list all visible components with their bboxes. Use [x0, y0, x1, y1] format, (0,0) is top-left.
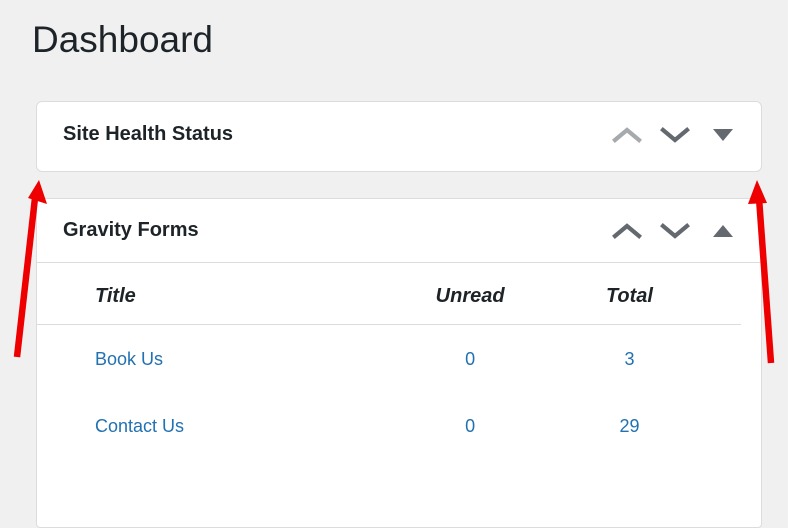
page-title: Dashboard	[32, 19, 214, 60]
table-body: Book Us 0 3 Contact Us 0 29	[37, 325, 741, 460]
move-up-button-gravity-forms[interactable]	[603, 211, 651, 251]
table-cell-title: Contact Us	[37, 392, 386, 459]
triangle-down-icon	[712, 127, 734, 143]
panel-actions-gravity-forms	[603, 199, 747, 262]
move-up-button-site-health-status[interactable]	[603, 115, 651, 155]
panel-site-health-status[interactable]: Site Health Status	[36, 101, 762, 172]
table-cell-unread: 0	[386, 392, 554, 459]
chevron-down-icon	[660, 220, 690, 242]
toggle-panel-button-gravity-forms[interactable]	[699, 211, 747, 251]
table-cell-title: Book Us	[37, 325, 386, 393]
table-row[interactable]: Contact Us 0 29	[37, 392, 741, 459]
panel-title-gravity-forms: Gravity Forms	[63, 219, 199, 241]
panel-title-site-health-status: Site Health Status	[63, 123, 234, 145]
move-down-button-site-health-status[interactable]	[651, 115, 699, 155]
column-header-total[interactable]: Total	[553, 263, 741, 325]
panel-header-gravity-forms[interactable]: Gravity Forms	[37, 199, 761, 263]
gravity-forms-table: Title Unread Total Book Us 0 3 Contact U…	[37, 263, 741, 459]
table-cell-unread: 0	[386, 325, 554, 393]
form-link-contact-us[interactable]: Contact Us	[95, 416, 184, 436]
gravity-forms-table-wrapper: Title Unread Total Book Us 0 3 Contact U…	[37, 263, 761, 459]
move-down-button-gravity-forms[interactable]	[651, 211, 699, 251]
form-link-book-us[interactable]: Book Us	[95, 349, 163, 369]
panel-header-site-health-status[interactable]: Site Health Status	[37, 102, 761, 167]
panel-gravity-forms[interactable]: Gravity Forms Title Unread Total Book Us…	[36, 198, 762, 528]
column-header-title[interactable]: Title	[37, 263, 387, 325]
total-count-contact-us[interactable]: 29	[619, 416, 639, 436]
chevron-up-icon	[612, 124, 642, 146]
panel-actions-site-health-status	[603, 102, 747, 167]
table-row[interactable]: Book Us 0 3	[37, 325, 741, 393]
unread-count-contact-us[interactable]: 0	[465, 416, 475, 436]
column-header-unread[interactable]: Unread	[386, 263, 554, 325]
toggle-panel-button-site-health-status[interactable]	[699, 115, 747, 155]
chevron-up-icon	[612, 220, 642, 242]
table-cell-total: 3	[554, 325, 741, 393]
table-header-row: Title Unread Total	[37, 263, 741, 325]
unread-count-book-us[interactable]: 0	[465, 349, 475, 369]
triangle-up-icon	[712, 223, 734, 239]
table-head: Title Unread Total	[37, 263, 741, 325]
chevron-down-icon	[660, 124, 690, 146]
total-count-book-us[interactable]: 3	[624, 349, 634, 369]
table-cell-total: 29	[554, 392, 741, 459]
